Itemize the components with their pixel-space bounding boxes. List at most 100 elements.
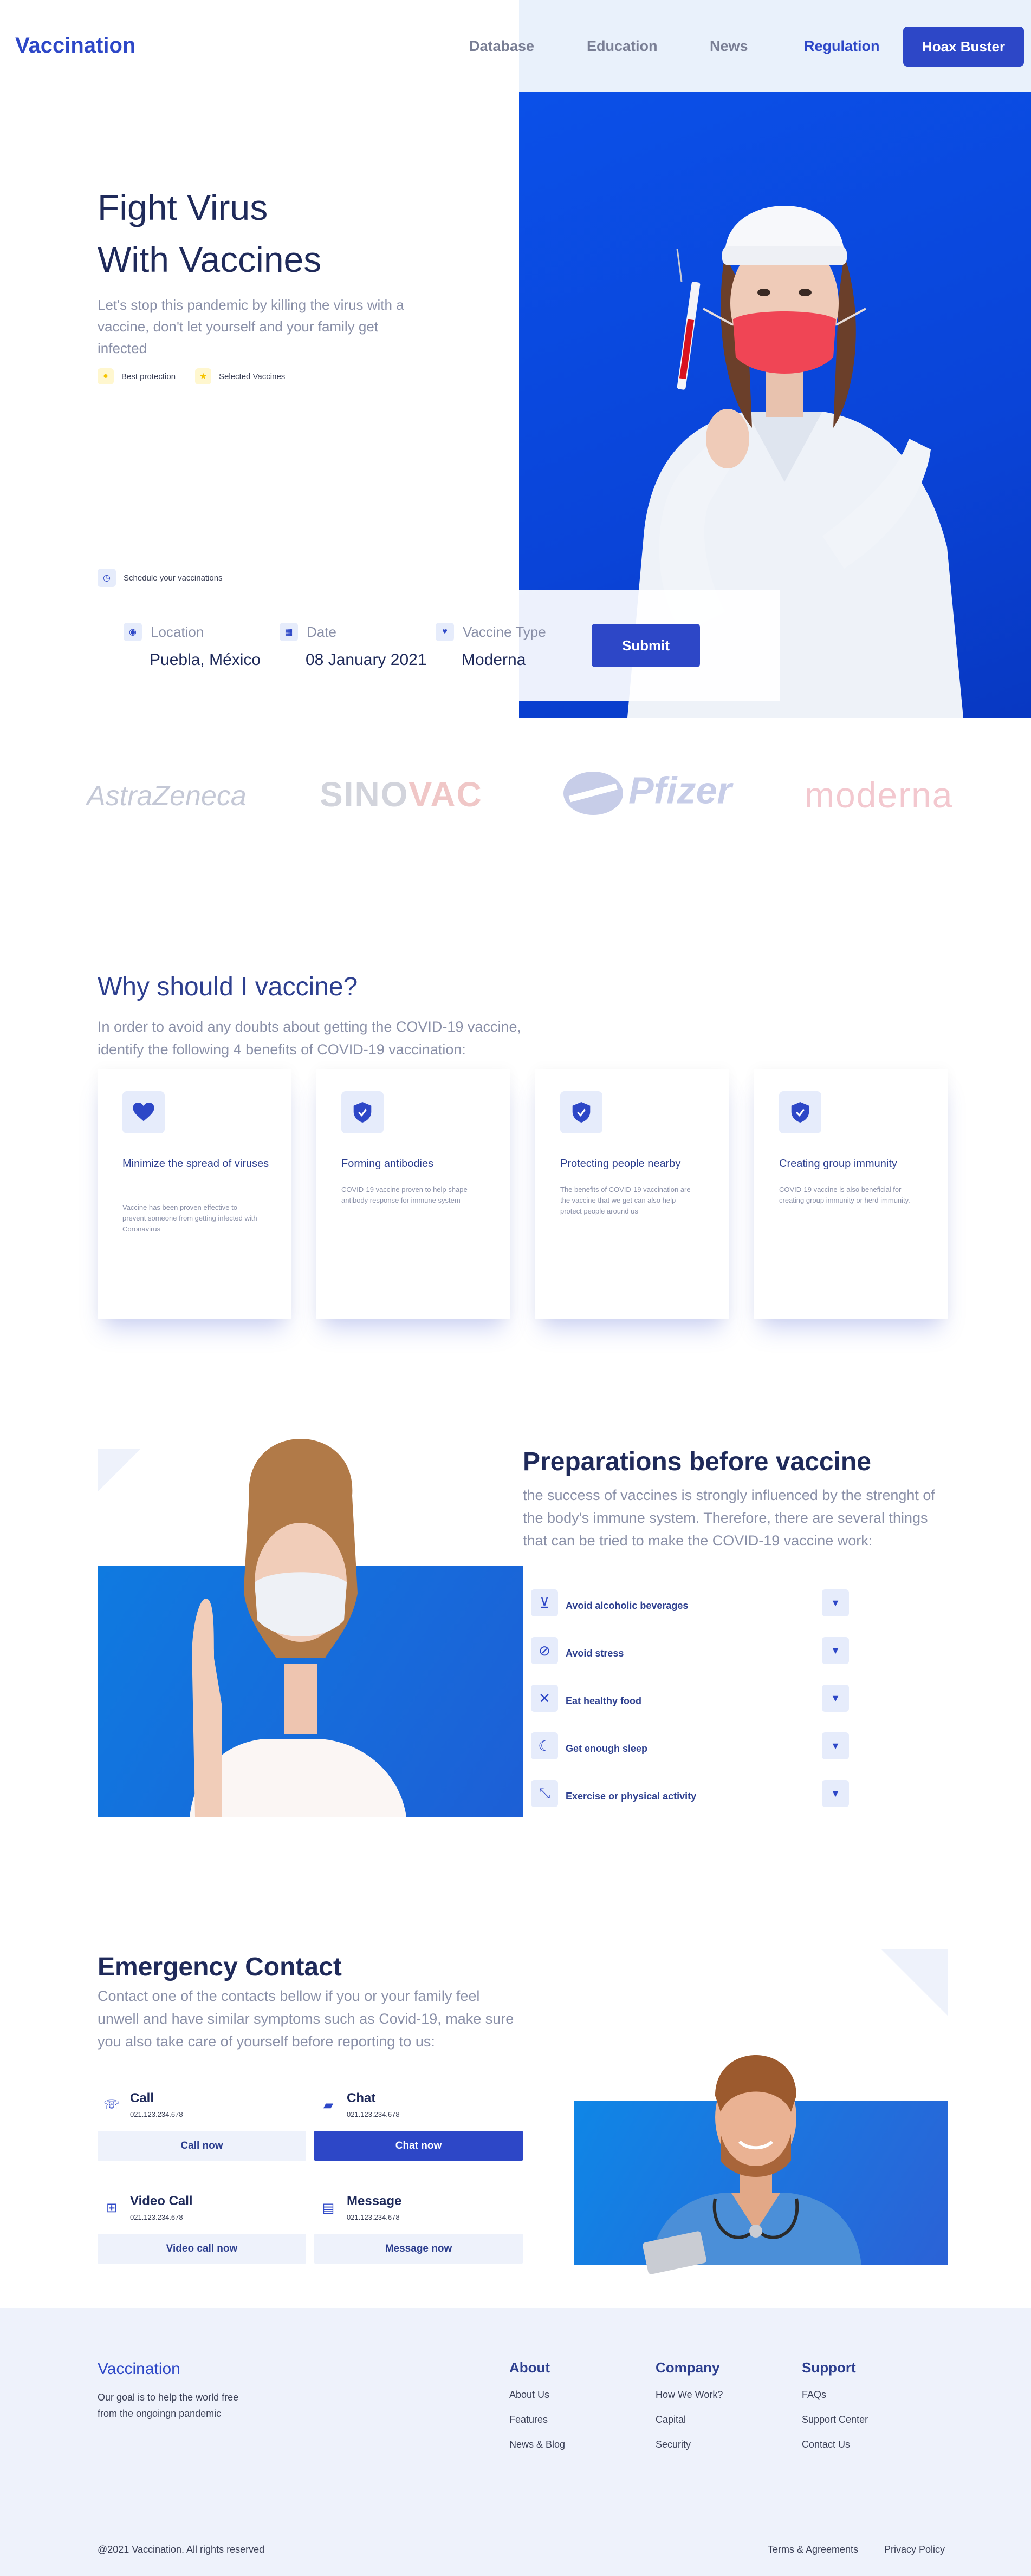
location-value[interactable]: Puebla, México <box>150 651 261 669</box>
emergency-subtitle: Contact one of the contacts bellow if yo… <box>98 1988 514 2050</box>
shield-icon: ● <box>98 368 114 384</box>
benefit-card: Creating group immunity COVID-19 vaccine… <box>754 1069 948 1319</box>
submit-button[interactable]: Submit <box>592 624 700 667</box>
nav-link-regulation[interactable]: Regulation <box>804 38 880 55</box>
footer-brand[interactable]: Vaccination <box>98 2360 180 2378</box>
footer-link[interactable]: News & Blog <box>509 2439 565 2450</box>
contact-phone: 021.123.234.678 <box>130 2213 183 2221</box>
hero-title-line-1: Fight Virus <box>98 187 268 227</box>
location-field[interactable]: ◉ Location Puebla, México <box>124 623 261 669</box>
hero-title-line-2: With Vaccines <box>98 239 322 279</box>
expand-arrows-icon: ⤡ <box>531 1780 558 1807</box>
benefit-card: Protecting people nearby The benefits of… <box>535 1069 729 1319</box>
footer-column-title: Support <box>802 2359 856 2376</box>
shield-check-icon <box>779 1091 821 1133</box>
heart-icon: ♥ <box>436 623 454 641</box>
footer-link[interactable]: Contact Us <box>802 2439 850 2450</box>
contact-video-call: ⊞ Video Call 021.123.234.678 Video call … <box>98 2190 306 2264</box>
prep-item[interactable]: ⊘ Avoid stress ▼ <box>531 1637 851 1669</box>
video-call-now-button[interactable]: Video call now <box>98 2234 306 2264</box>
phone-icon: ☏ <box>103 2097 120 2112</box>
benefit-title: Protecting people nearby <box>560 1158 681 1170</box>
contact-name: Chat <box>347 2091 376 2105</box>
contact-name: Message <box>347 2194 402 2208</box>
contact-message: ▤ Message 021.123.234.678 Message now <box>314 2190 523 2264</box>
benefit-title: Creating group immunity <box>779 1158 897 1170</box>
chevron-down-icon[interactable]: ▼ <box>822 1589 849 1616</box>
vaccine-type-field[interactable]: ♥ Vaccine Type Moderna <box>436 623 546 669</box>
logo-pfizer-text: Pfizer <box>628 769 732 812</box>
chevron-down-icon[interactable]: ▼ <box>822 1685 849 1712</box>
contact-name: Video Call <box>130 2194 193 2208</box>
chevron-down-icon[interactable]: ▼ <box>822 1637 849 1664</box>
footer-link[interactable]: About Us <box>509 2389 549 2401</box>
contact-chat: ▰ Chat 021.123.234.678 Chat now <box>314 2088 523 2161</box>
nav-link-news[interactable]: News <box>710 38 748 55</box>
shield-check-icon <box>560 1091 602 1133</box>
schedule-label-text: Schedule your vaccinations <box>124 573 223 583</box>
footer-link[interactable]: Features <box>509 2414 548 2425</box>
chip-best-protection: ● Best protection <box>98 368 176 384</box>
prep-item[interactable]: ☾ Get enough sleep ▼ <box>531 1732 851 1765</box>
shield-check-icon <box>341 1091 384 1133</box>
video-call-icon: ⊞ <box>106 2200 118 2215</box>
contact-phone: 021.123.234.678 <box>347 2110 400 2118</box>
footer-description: Our goal is to help the world free from … <box>98 2392 239 2419</box>
why-subtitle: In order to avoid any doubts about getti… <box>98 1019 521 1058</box>
prep-item[interactable]: ✕ Eat healthy food ▼ <box>531 1685 851 1717</box>
emergency-title: Emergency Contact <box>98 1953 342 1981</box>
pfizer-pill-icon <box>563 772 623 815</box>
prep-item-label: Get enough sleep <box>566 1743 648 1754</box>
prep-photo-woman <box>98 1439 523 1817</box>
chevron-down-icon[interactable]: ▼ <box>822 1732 849 1759</box>
doctor-photo <box>574 2055 948 2274</box>
hero-title: Fight Virus With Vaccines <box>98 181 321 285</box>
nav-link-education[interactable]: Education <box>587 38 658 55</box>
chat-icon: ▰ <box>323 2097 334 2112</box>
logo-astrazeneca: AstraZeneca <box>87 780 247 812</box>
footer-link[interactable]: Security <box>656 2439 691 2450</box>
chip-selected-vaccines: ★ Selected Vaccines <box>195 368 285 384</box>
decorative-triangle <box>98 1449 141 1492</box>
prep-item-label: Avoid stress <box>566 1648 624 1659</box>
hoax-buster-button[interactable]: Hoax Buster <box>903 27 1024 67</box>
heart-icon <box>122 1091 165 1133</box>
message-icon: ▤ <box>322 2200 335 2215</box>
date-label: Date <box>307 623 336 640</box>
prep-item[interactable]: ⤡ Exercise or physical activity ▼ <box>531 1780 851 1812</box>
terms-link[interactable]: Terms & Agreements <box>768 2544 858 2555</box>
logo-sinovac: SINOVAC <box>320 774 483 814</box>
footer-link[interactable]: Support Center <box>802 2414 868 2425</box>
privacy-link[interactable]: Privacy Policy <box>884 2544 945 2555</box>
message-now-button[interactable]: Message now <box>314 2234 523 2264</box>
date-value[interactable]: 08 January 2021 <box>306 651 427 669</box>
footer-column-title: Company <box>656 2359 720 2376</box>
benefit-desc: Vaccine has been proven effective to pre… <box>122 1203 257 1233</box>
clock-icon: ◷ <box>98 569 116 587</box>
date-field[interactable]: ▦ Date 08 January 2021 <box>280 623 427 669</box>
moon-icon: ☾ <box>531 1732 558 1759</box>
footer-link[interactable]: FAQs <box>802 2389 826 2401</box>
call-now-button[interactable]: Call now <box>98 2131 306 2161</box>
benefit-card: Forming antibodies COVID-19 vaccine prov… <box>316 1069 510 1319</box>
chip-label: Selected Vaccines <box>219 371 286 381</box>
nav-link-database[interactable]: Database <box>469 38 534 55</box>
decorative-triangle <box>881 1949 948 2016</box>
location-pin-icon: ◉ <box>124 623 142 641</box>
footer-column-title: About <box>509 2359 550 2376</box>
contact-phone: 021.123.234.678 <box>347 2213 400 2221</box>
chat-now-button[interactable]: Chat now <box>314 2131 523 2161</box>
contact-name: Call <box>130 2091 154 2105</box>
contact-phone: 021.123.234.678 <box>130 2110 183 2118</box>
footer-link[interactable]: Capital <box>656 2414 686 2425</box>
benefit-title: Minimize the spread of viruses <box>122 1158 269 1170</box>
brand-logo[interactable]: Vaccination <box>15 34 135 58</box>
copyright: @2021 Vaccination. All rights reserved <box>98 2544 265 2555</box>
logo-pfizer: Pfizer <box>563 764 732 823</box>
chevron-down-icon[interactable]: ▼ <box>822 1780 849 1807</box>
footer-link[interactable]: How We Work? <box>656 2389 723 2401</box>
prep-item-label: Avoid alcoholic beverages <box>566 1600 689 1611</box>
prep-item[interactable]: ⊻ Avoid alcoholic beverages ▼ <box>531 1589 851 1622</box>
location-label: Location <box>151 623 204 640</box>
vaccine-type-value[interactable]: Moderna <box>462 651 546 669</box>
